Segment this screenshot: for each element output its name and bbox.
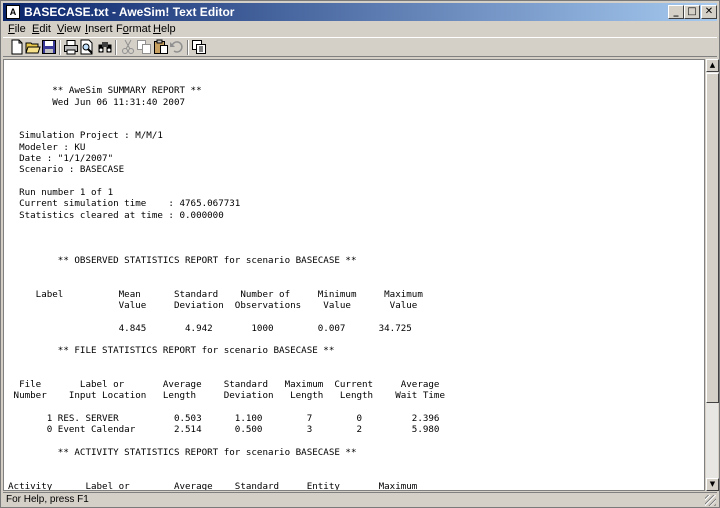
menu-file[interactable]: File bbox=[8, 21, 26, 37]
scroll-down-button[interactable]: ▼ bbox=[706, 478, 719, 491]
toolbar bbox=[3, 37, 717, 57]
window-title: BASECASE.txt - AweSim! Text Editor bbox=[24, 5, 235, 19]
cut-icon[interactable] bbox=[120, 39, 136, 55]
title-bar[interactable]: A BASECASE.txt - AweSim! Text Editor _ □… bbox=[3, 3, 717, 21]
save-icon[interactable] bbox=[41, 39, 57, 55]
app-window: A BASECASE.txt - AweSim! Text Editor _ □… bbox=[0, 0, 720, 508]
date-time-icon[interactable] bbox=[191, 39, 207, 55]
menu-edit[interactable]: Edit bbox=[32, 21, 51, 37]
menu-view[interactable]: View bbox=[57, 21, 81, 37]
scroll-thumb[interactable] bbox=[706, 73, 719, 403]
toolbar-separator bbox=[187, 40, 189, 55]
vertical-scrollbar[interactable]: ▲ ▼ bbox=[705, 59, 719, 491]
app-icon[interactable]: A bbox=[6, 5, 20, 19]
editor-text-area[interactable]: ** AweSim SUMMARY REPORT ** Wed Jun 06 1… bbox=[3, 59, 705, 491]
menu-help[interactable]: Help bbox=[153, 21, 176, 37]
toolbar-separator bbox=[59, 40, 61, 55]
status-text: For Help, press F1 bbox=[6, 494, 89, 505]
open-icon[interactable] bbox=[25, 39, 41, 55]
menu-insert[interactable]: Insert bbox=[85, 21, 113, 37]
scroll-up-button[interactable]: ▲ bbox=[706, 59, 719, 72]
status-bar: For Help, press F1 bbox=[3, 492, 717, 507]
copy-icon[interactable] bbox=[136, 39, 152, 55]
new-icon[interactable] bbox=[9, 39, 25, 55]
menu-format[interactable]: Format bbox=[116, 21, 151, 37]
paste-icon[interactable] bbox=[153, 39, 169, 55]
print-preview-icon[interactable] bbox=[79, 39, 95, 55]
maximize-button[interactable]: □ bbox=[684, 5, 700, 19]
minimize-button[interactable]: _ bbox=[668, 5, 684, 19]
close-button[interactable]: ✕ bbox=[701, 5, 717, 19]
print-icon[interactable] bbox=[63, 39, 79, 55]
undo-icon[interactable] bbox=[169, 39, 185, 55]
toolbar-separator bbox=[115, 40, 117, 55]
report-text[interactable]: ** AweSim SUMMARY REPORT ** Wed Jun 06 1… bbox=[8, 74, 445, 490]
resize-grip-icon[interactable] bbox=[705, 495, 716, 506]
find-icon[interactable] bbox=[97, 39, 113, 55]
menu-bar: File Edit View Insert Format Help bbox=[3, 21, 717, 37]
